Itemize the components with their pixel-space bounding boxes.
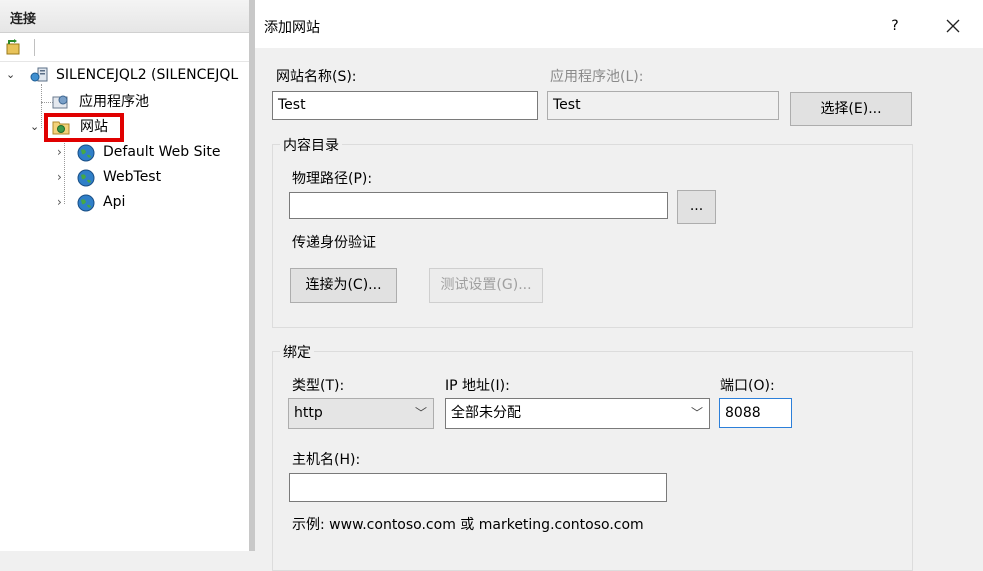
test-settings-button: 测试设置(G)...: [429, 268, 543, 303]
site-label: WebTest: [103, 169, 162, 185]
type-select-value: http: [294, 405, 323, 421]
expand-chevron-icon[interactable]: ›: [57, 166, 62, 188]
globe-icon: [77, 169, 95, 187]
binding-group: [272, 351, 913, 571]
connect-as-button[interactable]: 连接为(C)...: [290, 268, 397, 303]
port-label: 端口(O):: [720, 378, 775, 394]
chevron-down-icon: ﹀: [414, 406, 427, 420]
app-pool-input: Test: [547, 91, 779, 120]
site-name-label: 网站名称(S):: [276, 69, 357, 85]
chevron-down-icon: ﹀: [690, 406, 703, 420]
connections-toolbar: [0, 33, 249, 62]
port-input[interactable]: 8088: [719, 398, 792, 428]
content-directory-title: 内容目录: [280, 135, 342, 155]
app-pools-label: 应用程序池: [79, 94, 149, 110]
expand-chevron-icon[interactable]: ›: [57, 141, 62, 163]
site-label: Api: [103, 194, 126, 210]
expand-chevron-icon[interactable]: ›: [57, 191, 62, 213]
type-label: 类型(T):: [292, 378, 345, 394]
server-icon: [30, 67, 48, 82]
type-select[interactable]: http ﹀: [288, 398, 434, 429]
app-pool-label: 应用程序池(L):: [550, 69, 644, 85]
connections-header: 连接: [0, 0, 249, 33]
hostname-input[interactable]: [289, 473, 667, 502]
ip-address-label: IP 地址(I):: [445, 378, 510, 394]
site-name-input[interactable]: Test: [272, 91, 538, 120]
tree-line: [64, 138, 65, 204]
dialog-title: 添加网站: [264, 20, 320, 36]
help-button[interactable]: ?: [880, 14, 910, 38]
globe-icon: [77, 144, 95, 162]
hostname-example-text: 示例: www.contoso.com 或 marketing.contoso.…: [292, 517, 644, 533]
binding-title: 绑定: [280, 342, 314, 362]
collapse-chevron-icon[interactable]: ⌄: [30, 116, 39, 138]
site-label: Default Web Site: [103, 144, 221, 160]
hostname-label: 主机名(H):: [292, 452, 361, 468]
dialog-titlebar: [255, 0, 983, 48]
tree-line: [41, 84, 42, 128]
ip-address-select[interactable]: 全部未分配 ﹀: [445, 398, 710, 429]
connections-title: 连接: [10, 12, 37, 27]
physical-path-input[interactable]: [289, 192, 668, 219]
globe-icon: [77, 194, 95, 212]
app-pool-icon: [52, 95, 68, 109]
select-app-pool-button[interactable]: 选择(E)...: [790, 92, 912, 126]
close-icon: [946, 19, 960, 33]
close-button[interactable]: [935, 12, 971, 40]
toolbar-separator: [34, 39, 35, 56]
browse-button[interactable]: ...: [677, 190, 716, 224]
physical-path-label: 物理路径(P):: [292, 171, 373, 187]
highlight-box: [44, 113, 124, 142]
server-label: SILENCEJQL2 (SILENCEJQL: [56, 67, 239, 83]
ip-address-value: 全部未分配: [451, 405, 521, 421]
collapse-chevron-icon[interactable]: ⌄: [6, 64, 15, 86]
connect-icon[interactable]: [6, 39, 22, 55]
pass-through-auth-label: 传递身份验证: [292, 235, 376, 251]
